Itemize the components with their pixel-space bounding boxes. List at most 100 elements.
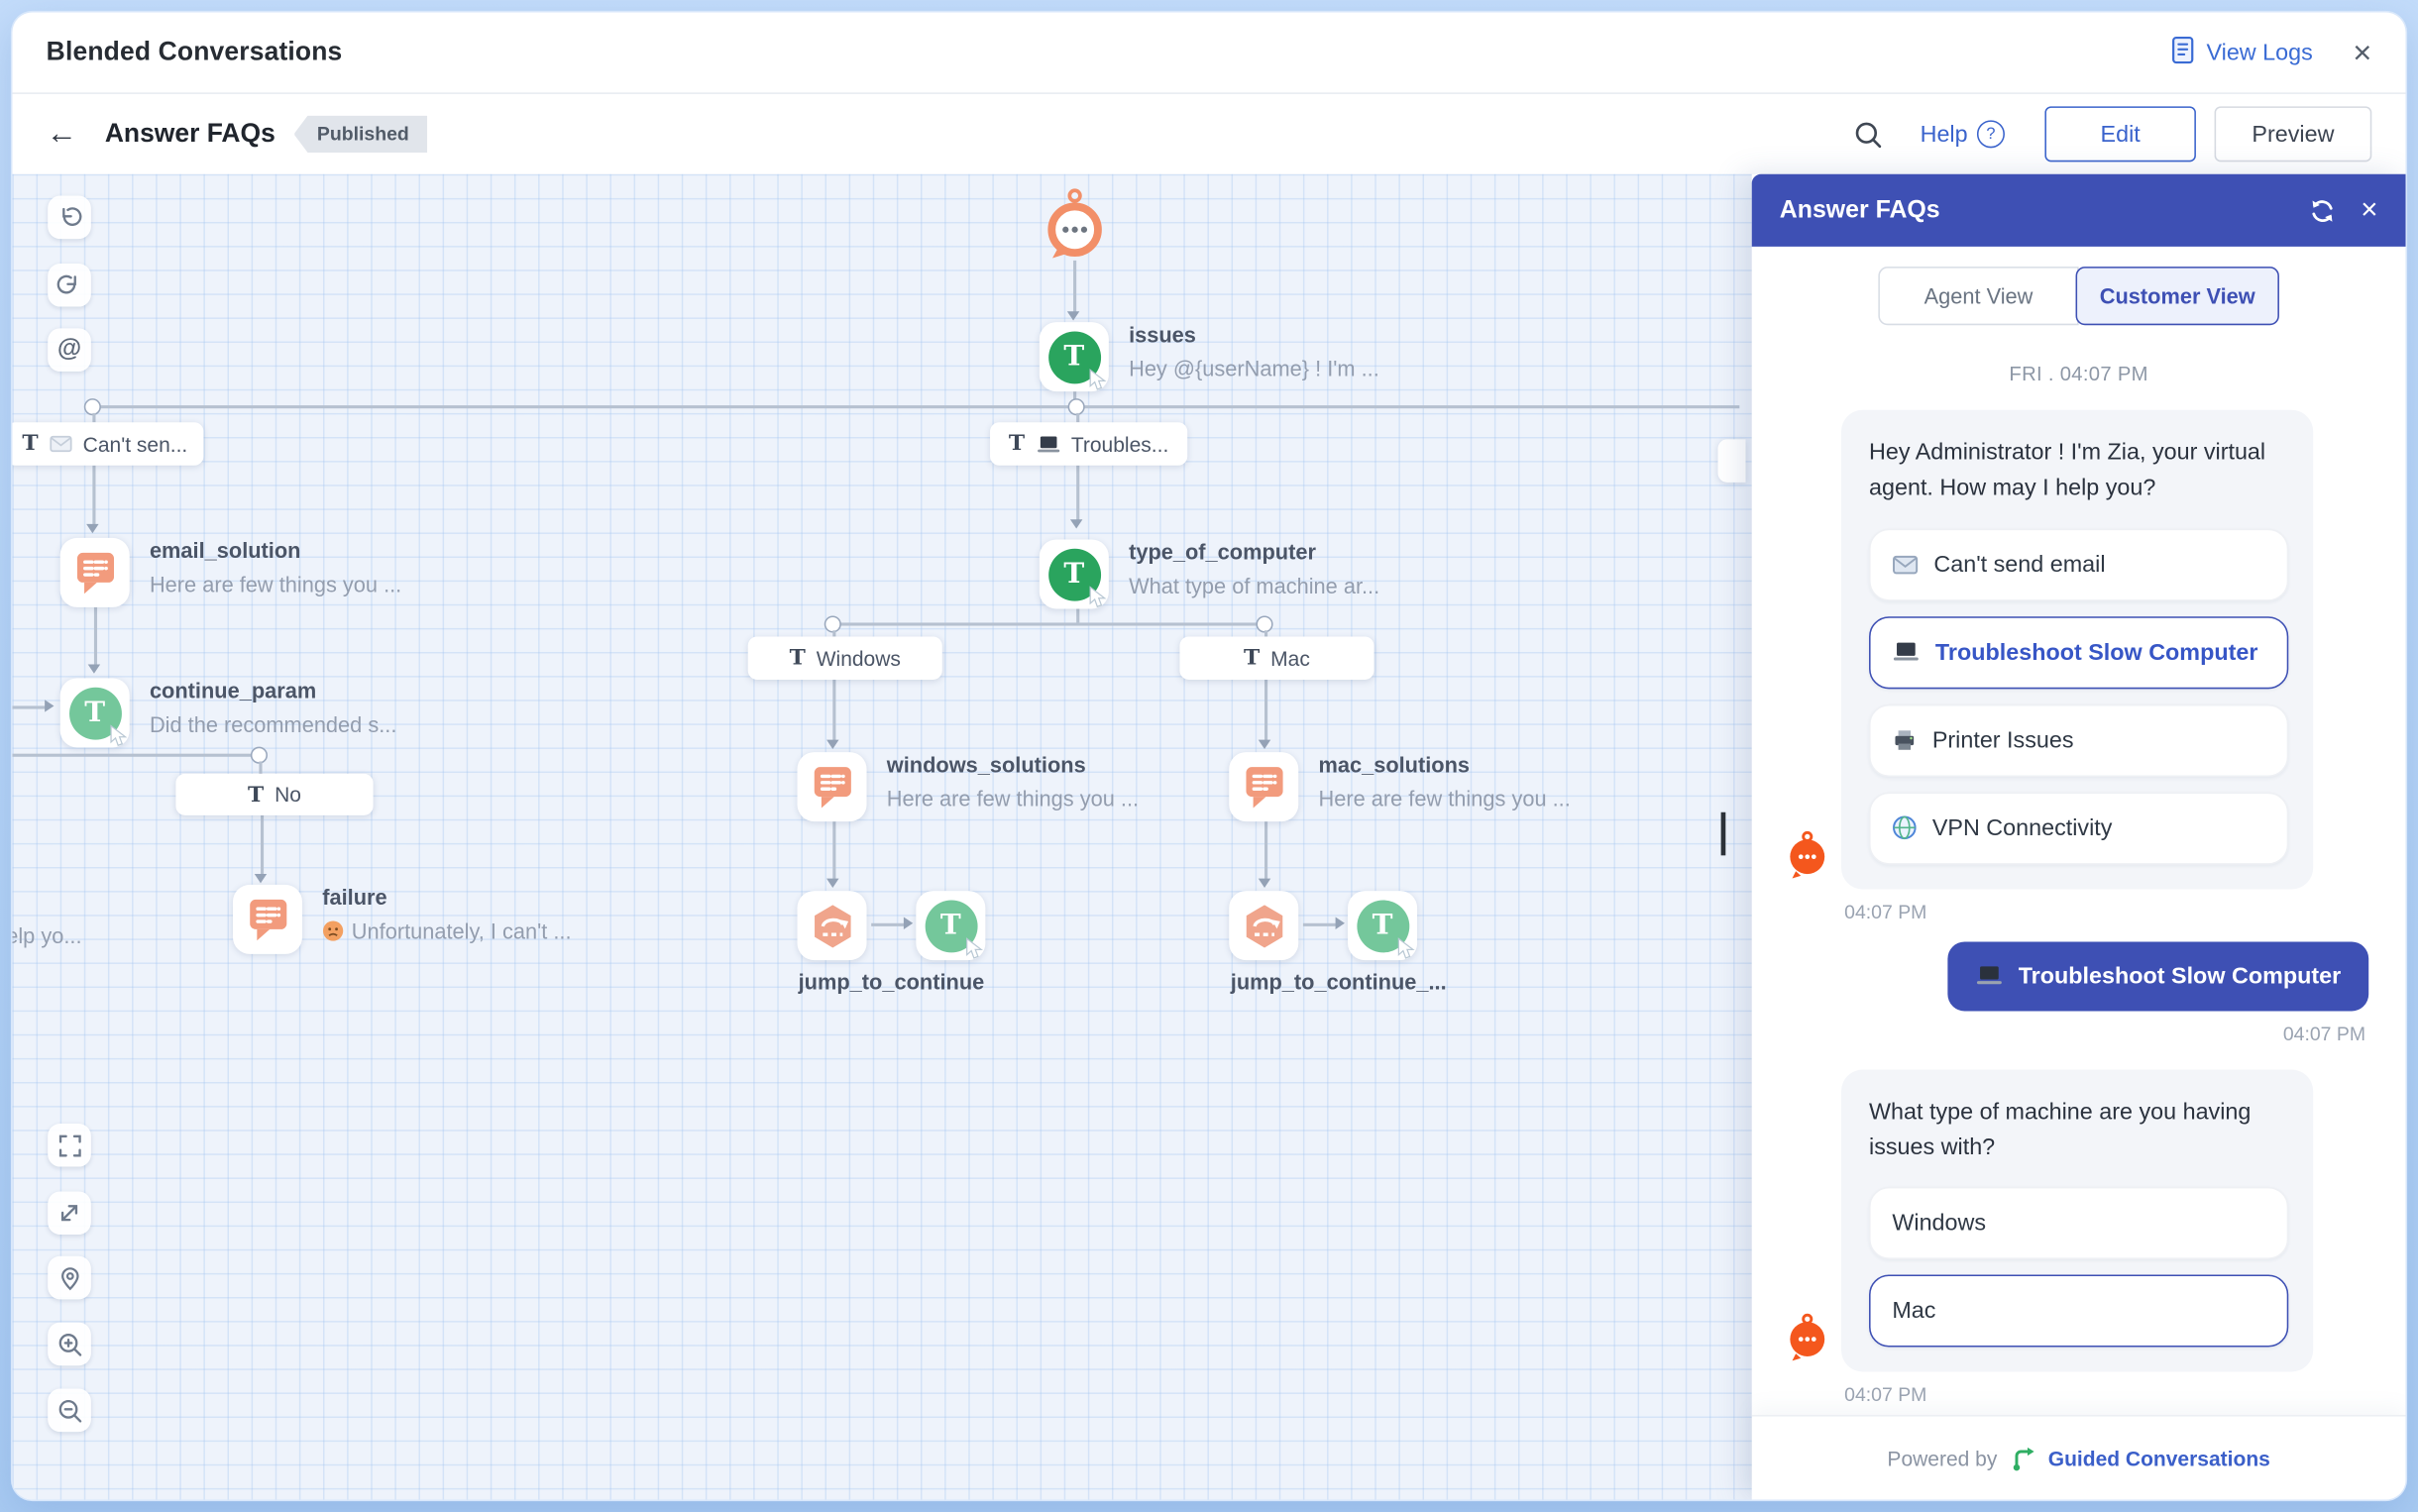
fullscreen-button[interactable] xyxy=(48,1124,91,1167)
node-label: failure xyxy=(322,885,571,910)
button-message-icon: T xyxy=(60,678,130,747)
node-windows-solutions[interactable]: windows_solutions Here are few things yo… xyxy=(798,752,1140,821)
clipped-node-text: elp yo... xyxy=(12,923,81,948)
tab-customer-view[interactable]: Customer View xyxy=(2076,267,2279,325)
sad-face-icon xyxy=(322,920,344,942)
connector-line xyxy=(1264,680,1266,741)
app-header: Blended Conversations View Logs × xyxy=(12,12,2405,93)
node-mac-solutions[interactable]: mac_solutions Here are few things you ..… xyxy=(1229,752,1571,821)
connector-line xyxy=(92,405,1739,407)
panel-close-icon[interactable]: × xyxy=(2361,196,2377,226)
jump-target-icon[interactable]: T xyxy=(916,891,985,960)
at-icon: @ xyxy=(57,336,81,364)
text-cursor xyxy=(1721,812,1726,856)
node-subtitle: What type of machine ar... xyxy=(1129,574,1379,598)
redo-button[interactable] xyxy=(48,264,91,307)
node-label: mac_solutions xyxy=(1318,752,1570,777)
envelope-icon xyxy=(49,435,71,454)
jump-node-icon[interactable] xyxy=(798,891,867,960)
search-icon[interactable] xyxy=(1854,120,1884,150)
connector-line xyxy=(92,466,94,526)
globe-icon xyxy=(1892,815,1917,840)
flow-title: Answer FAQs xyxy=(105,119,275,150)
node-label: email_solution xyxy=(150,538,401,563)
close-icon[interactable]: × xyxy=(2353,37,2371,69)
hand-pointer-icon xyxy=(1087,369,1107,391)
bot-start-node[interactable] xyxy=(1043,186,1107,268)
zia-avatar xyxy=(1786,1312,1829,1369)
node-label: type_of_computer xyxy=(1129,539,1379,564)
zia-bot-icon xyxy=(1043,186,1107,261)
bot-message-text: What type of machine are you having issu… xyxy=(1869,1094,2288,1165)
mention-button[interactable]: @ xyxy=(48,328,91,372)
preview-button[interactable]: Preview xyxy=(2215,106,2372,162)
help-icon: ? xyxy=(1977,120,2005,148)
branch-cant-send-email[interactable]: T Can't sen... xyxy=(12,422,203,466)
connector-line xyxy=(1073,261,1075,313)
node-subtitle: Here are few things you ... xyxy=(1318,786,1570,810)
chat-option-printer-issues[interactable]: Printer Issues xyxy=(1869,703,2288,776)
zoom-out-button[interactable] xyxy=(48,1389,91,1433)
status-badge: Published xyxy=(294,116,428,153)
node-continue-param[interactable]: T continue_param Did the recommended s..… xyxy=(60,678,397,747)
preview-panel: Answer FAQs × Agent View Customer View F… xyxy=(1752,174,2406,1500)
chat-option-mac[interactable]: Mac xyxy=(1869,1274,2288,1347)
node-label: jump_to_continue xyxy=(768,969,1015,994)
branch-no[interactable]: T No xyxy=(175,774,373,815)
node-subtitle: Unfortunately, I can't ... xyxy=(322,918,571,943)
node-subtitle: Here are few things you ... xyxy=(887,786,1139,810)
chat-option-troubleshoot[interactable]: Troubleshoot Slow Computer xyxy=(1869,615,2288,688)
user-message-bubble[interactable]: Troubleshoot Slow Computer xyxy=(1947,941,2368,1011)
chat-option-vpn-connectivity[interactable]: VPN Connectivity xyxy=(1869,792,2288,864)
chat-transcript[interactable]: FRI . 04:07 PM Hey Administrator ! I'm Z… xyxy=(1752,341,2406,1415)
flow-canvas[interactable]: @ xyxy=(12,174,1751,1500)
undo-button[interactable] xyxy=(48,196,91,240)
node-email-solution[interactable]: email_solution Here are few things you .… xyxy=(60,538,402,607)
timestamp: 04:07 PM xyxy=(1844,1384,2405,1406)
jump-node-icon[interactable] xyxy=(1229,891,1298,960)
connector-line xyxy=(871,923,905,925)
view-toggle: Agent View Customer View xyxy=(1752,247,2406,341)
timestamp: 04:07 PM xyxy=(1844,901,2405,922)
locate-node-button[interactable] xyxy=(48,1256,91,1300)
guided-conversations-link[interactable]: Guided Conversations xyxy=(2048,1447,2270,1469)
help-link[interactable]: Help ? xyxy=(1921,120,2005,148)
node-failure[interactable]: failure Unfortunately, I can't ... xyxy=(233,885,572,954)
hand-pointer-icon xyxy=(964,937,984,960)
clipped-node[interactable] xyxy=(1718,439,1746,483)
edit-button[interactable]: Edit xyxy=(2044,106,2196,162)
connector-line xyxy=(1264,821,1266,880)
branch-troubleshoot[interactable]: T Troubles... xyxy=(990,422,1187,466)
connector-line xyxy=(12,705,46,707)
app-title: Blended Conversations xyxy=(47,37,343,67)
connector-line xyxy=(12,754,259,756)
preview-panel-title: Answer FAQs xyxy=(1780,196,2284,224)
restart-icon[interactable] xyxy=(2308,196,2336,224)
connector-line xyxy=(1076,466,1078,521)
tab-agent-view[interactable]: Agent View xyxy=(1878,267,2078,325)
chat-option-cant-send-email[interactable]: Can't send email xyxy=(1869,528,2288,600)
node-label: windows_solutions xyxy=(887,752,1139,777)
branch-windows[interactable]: T Windows xyxy=(748,636,942,680)
chat-option-windows[interactable]: Windows xyxy=(1869,1187,2288,1259)
node-type-of-computer[interactable]: T type_of_computer What type of machine … xyxy=(1040,539,1379,608)
connector-line xyxy=(832,821,834,880)
guided-conversations-icon xyxy=(2010,1445,2035,1470)
jump-hexagon-icon xyxy=(1239,901,1288,950)
back-arrow-icon[interactable]: ← xyxy=(47,116,77,152)
bot-message: What type of machine are you having issu… xyxy=(1841,1069,2313,1372)
bot-message: Hey Administrator ! I'm Zia, your virtua… xyxy=(1841,410,2313,889)
branch-mac[interactable]: T Mac xyxy=(1179,636,1374,680)
jump-target-icon[interactable]: T xyxy=(1348,891,1417,960)
timestamp: 04:07 PM xyxy=(1752,1023,2365,1044)
zoom-in-button[interactable] xyxy=(48,1323,91,1366)
date-divider: FRI . 04:07 PM xyxy=(1752,363,2406,385)
node-label: jump_to_continue_... xyxy=(1184,969,1492,994)
node-issues[interactable]: T issues Hey @{userName} ! I'm ... xyxy=(1040,322,1379,391)
message-icon xyxy=(233,885,302,954)
fit-view-button[interactable] xyxy=(48,1191,91,1235)
node-label: issues xyxy=(1129,322,1379,347)
node-subtitle: Hey @{userName} ! I'm ... xyxy=(1129,356,1379,380)
view-logs-button[interactable]: View Logs xyxy=(2169,35,2313,70)
envelope-icon xyxy=(1892,554,1918,574)
